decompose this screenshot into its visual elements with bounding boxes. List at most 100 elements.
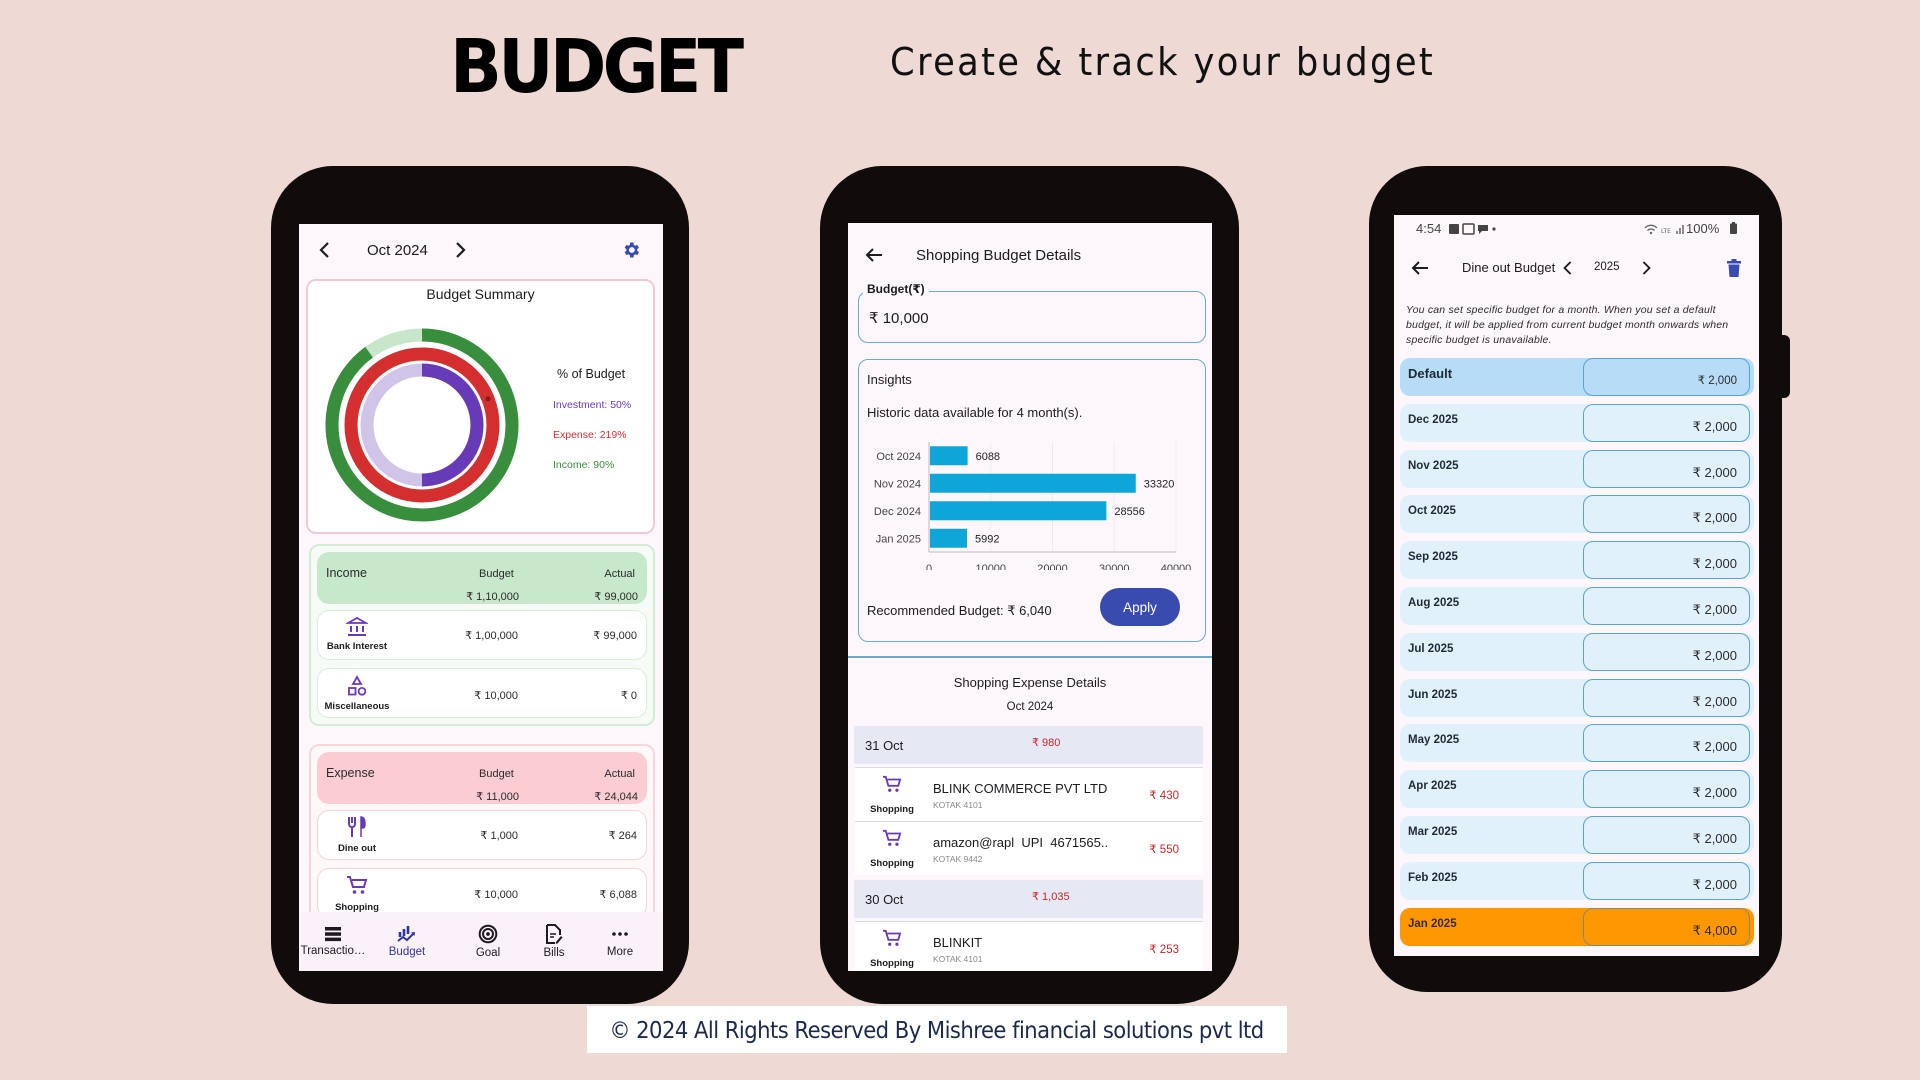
- income-header: Income Budget Actual ₹ 1,10,000 ₹ 99,000: [317, 552, 647, 604]
- nav-more[interactable]: More: [589, 912, 651, 971]
- month-budget-input[interactable]: ₹ 2,000: [1583, 678, 1750, 717]
- shapes-icon: [348, 675, 367, 696]
- month-label: Oct 2025: [1408, 505, 1456, 518]
- apply-button[interactable]: Apply: [1100, 588, 1180, 626]
- category-label: Shopping: [870, 858, 914, 869]
- budget-input-value: ₹ 10,000: [869, 310, 929, 327]
- bar-value-label: 28556: [1114, 506, 1145, 518]
- settings-button[interactable]: [619, 238, 643, 262]
- insights-note: Historic data available for 4 month(s).: [867, 405, 1083, 420]
- y-category-label: Jan 2025: [876, 533, 921, 545]
- expense-budget-header: Budget: [479, 768, 514, 780]
- day-date: 31 Oct: [865, 738, 904, 753]
- cart-icon: [883, 929, 902, 946]
- notification-icons: [1449, 223, 1496, 235]
- merchant-name: BLINK COMMERCE PVT LTD: [933, 781, 1108, 796]
- restaurant-icon: [348, 816, 366, 837]
- month-budget-input[interactable]: ₹ 2,000: [1583, 861, 1750, 900]
- next-year-button[interactable]: [1634, 256, 1658, 280]
- income-row-miscellaneous[interactable]: Miscellaneous ₹ 10,000 ₹ 0: [317, 668, 647, 718]
- insights-card: Insights Historic data available for 4 m…: [858, 359, 1206, 642]
- month-budget-input[interactable]: ₹ 2,000: [1583, 632, 1750, 671]
- month-budget-value: ₹ 2,000: [1697, 375, 1737, 387]
- hero-subtitle: Create & track your budget: [890, 40, 1436, 84]
- month-budget-row: Oct 2025 ₹ 2,000: [1400, 495, 1754, 534]
- signal-icons: LTE: [1644, 224, 1684, 235]
- month-budget-input[interactable]: ₹ 2,000: [1583, 449, 1750, 488]
- cart-icon: [347, 876, 368, 894]
- month-budget-value: ₹ 2,000: [1692, 693, 1737, 709]
- row-actual: ₹ 6,088: [599, 889, 637, 901]
- month-budget-row: Sep 2025 ₹ 2,000: [1400, 541, 1754, 580]
- screen-dine-out-budget: 4:54 LTE 100% Dine out Budget 2025 You c…: [1394, 215, 1759, 956]
- month-budget-row: Apr 2025 ₹ 2,000: [1400, 770, 1754, 809]
- day-total: ₹ 1,035: [1032, 891, 1070, 903]
- month-budget-input[interactable]: ₹ 2,000: [1583, 724, 1750, 763]
- prev-year-button[interactable]: [1556, 256, 1580, 280]
- account-name: KOTAK 4101: [933, 800, 983, 810]
- transaction-row[interactable]: Shopping BLINK COMMERCE PVT LTD KOTAK 41…: [855, 767, 1203, 821]
- cart-icon: [883, 829, 902, 846]
- month-budget-input[interactable]: ₹ 2,000: [1583, 587, 1750, 625]
- budget-input[interactable]: ₹ 10,000: [858, 291, 1206, 343]
- x-tick-label: 40000: [1161, 563, 1192, 570]
- month-budget-input[interactable]: ₹ 4,000: [1583, 907, 1750, 946]
- month-budget-row: Jul 2025 ₹ 2,000: [1400, 632, 1754, 671]
- transaction-row[interactable]: Shopping BLINKIT KOTAK 4101 ₹ 253: [855, 921, 1203, 971]
- month-label: Mar 2025: [1408, 826, 1458, 838]
- month-label: Jun 2025: [1408, 688, 1458, 701]
- month-budget-row: Default ₹ 2,000: [1400, 358, 1754, 396]
- month-budget-input[interactable]: ₹ 2,000: [1583, 816, 1750, 854]
- income-card: Income Budget Actual ₹ 1,10,000 ₹ 99,000…: [309, 544, 655, 726]
- transaction-amount: ₹ 550: [1149, 844, 1179, 856]
- nav-label: Bills: [543, 947, 565, 959]
- expense-total-budget: ₹ 11,000: [476, 791, 519, 803]
- day-header: 31 Oct ₹ 980: [854, 726, 1203, 764]
- income-total-budget: ₹ 1,10,000: [466, 591, 519, 603]
- trash-icon: [1727, 259, 1741, 277]
- row-budget: ₹ 10,000: [474, 690, 518, 702]
- nav-budget[interactable]: Budget: [371, 912, 443, 971]
- donut-arc-investment: [421, 363, 484, 487]
- month-label: Jul 2025: [1408, 642, 1454, 655]
- expense-actual-header: Actual: [604, 768, 635, 780]
- page-title: Dine out Budget: [1462, 260, 1556, 275]
- section-divider: [848, 656, 1212, 658]
- x-tick-label: 30000: [1099, 563, 1130, 570]
- screen-budget-summary: Oct 2024 Budget Summary % of Budget Inve…: [299, 224, 663, 971]
- y-category-label: Nov 2024: [874, 478, 921, 490]
- expense-row-dine-out[interactable]: Dine out ₹ 1,000 ₹ 264: [317, 810, 647, 860]
- month-budget-input[interactable]: ₹ 2,000: [1583, 358, 1750, 396]
- row-actual: ₹ 99,000: [593, 630, 637, 642]
- nav-goal[interactable]: Goal: [457, 912, 519, 971]
- back-button[interactable]: [1408, 256, 1432, 280]
- delete-button[interactable]: [1722, 256, 1746, 280]
- hero-title: BUDGET: [450, 24, 744, 110]
- month-budget-input[interactable]: ₹ 2,000: [1583, 495, 1750, 534]
- list-icon: [325, 927, 341, 942]
- transaction-row[interactable]: Shopping amazon@rapl UPI 4671565.. KOTAK…: [855, 821, 1203, 875]
- month-budget-value: ₹ 2,000: [1692, 464, 1737, 480]
- category-label: Dine out: [338, 843, 376, 854]
- month-budget-input[interactable]: ₹ 2,000: [1583, 541, 1750, 580]
- next-month-button[interactable]: [448, 238, 472, 262]
- category-label: Bank Interest: [326, 641, 388, 652]
- nav-bills[interactable]: Bills: [523, 912, 585, 971]
- month-budget-input[interactable]: ₹ 2,000: [1583, 403, 1750, 442]
- month-budget-input[interactable]: ₹ 2,000: [1583, 770, 1750, 809]
- target-icon: [478, 924, 498, 944]
- chevron-left-icon: [1563, 261, 1572, 275]
- budget-chart-icon: [397, 926, 415, 942]
- nav-transactions[interactable]: Transactio…: [299, 912, 373, 971]
- nav-label: Transactio…: [300, 945, 366, 957]
- month-label: Feb 2025: [1408, 871, 1458, 884]
- month-budget-value: ₹ 2,000: [1692, 510, 1737, 526]
- income-row-bank-interest[interactable]: Bank Interest ₹ 1,00,000 ₹ 99,000: [317, 610, 647, 660]
- back-button[interactable]: [862, 243, 886, 267]
- status-bar: 4:54 LTE 100%: [1394, 215, 1759, 243]
- svg-text:LTE: LTE: [1661, 228, 1671, 235]
- gear-icon: [624, 242, 639, 258]
- prev-month-button[interactable]: [313, 238, 337, 262]
- month-budget-row: Jun 2025 ₹ 2,000: [1400, 678, 1754, 717]
- expense-row-shopping[interactable]: Shopping ₹ 10,000 ₹ 6,088: [317, 868, 647, 918]
